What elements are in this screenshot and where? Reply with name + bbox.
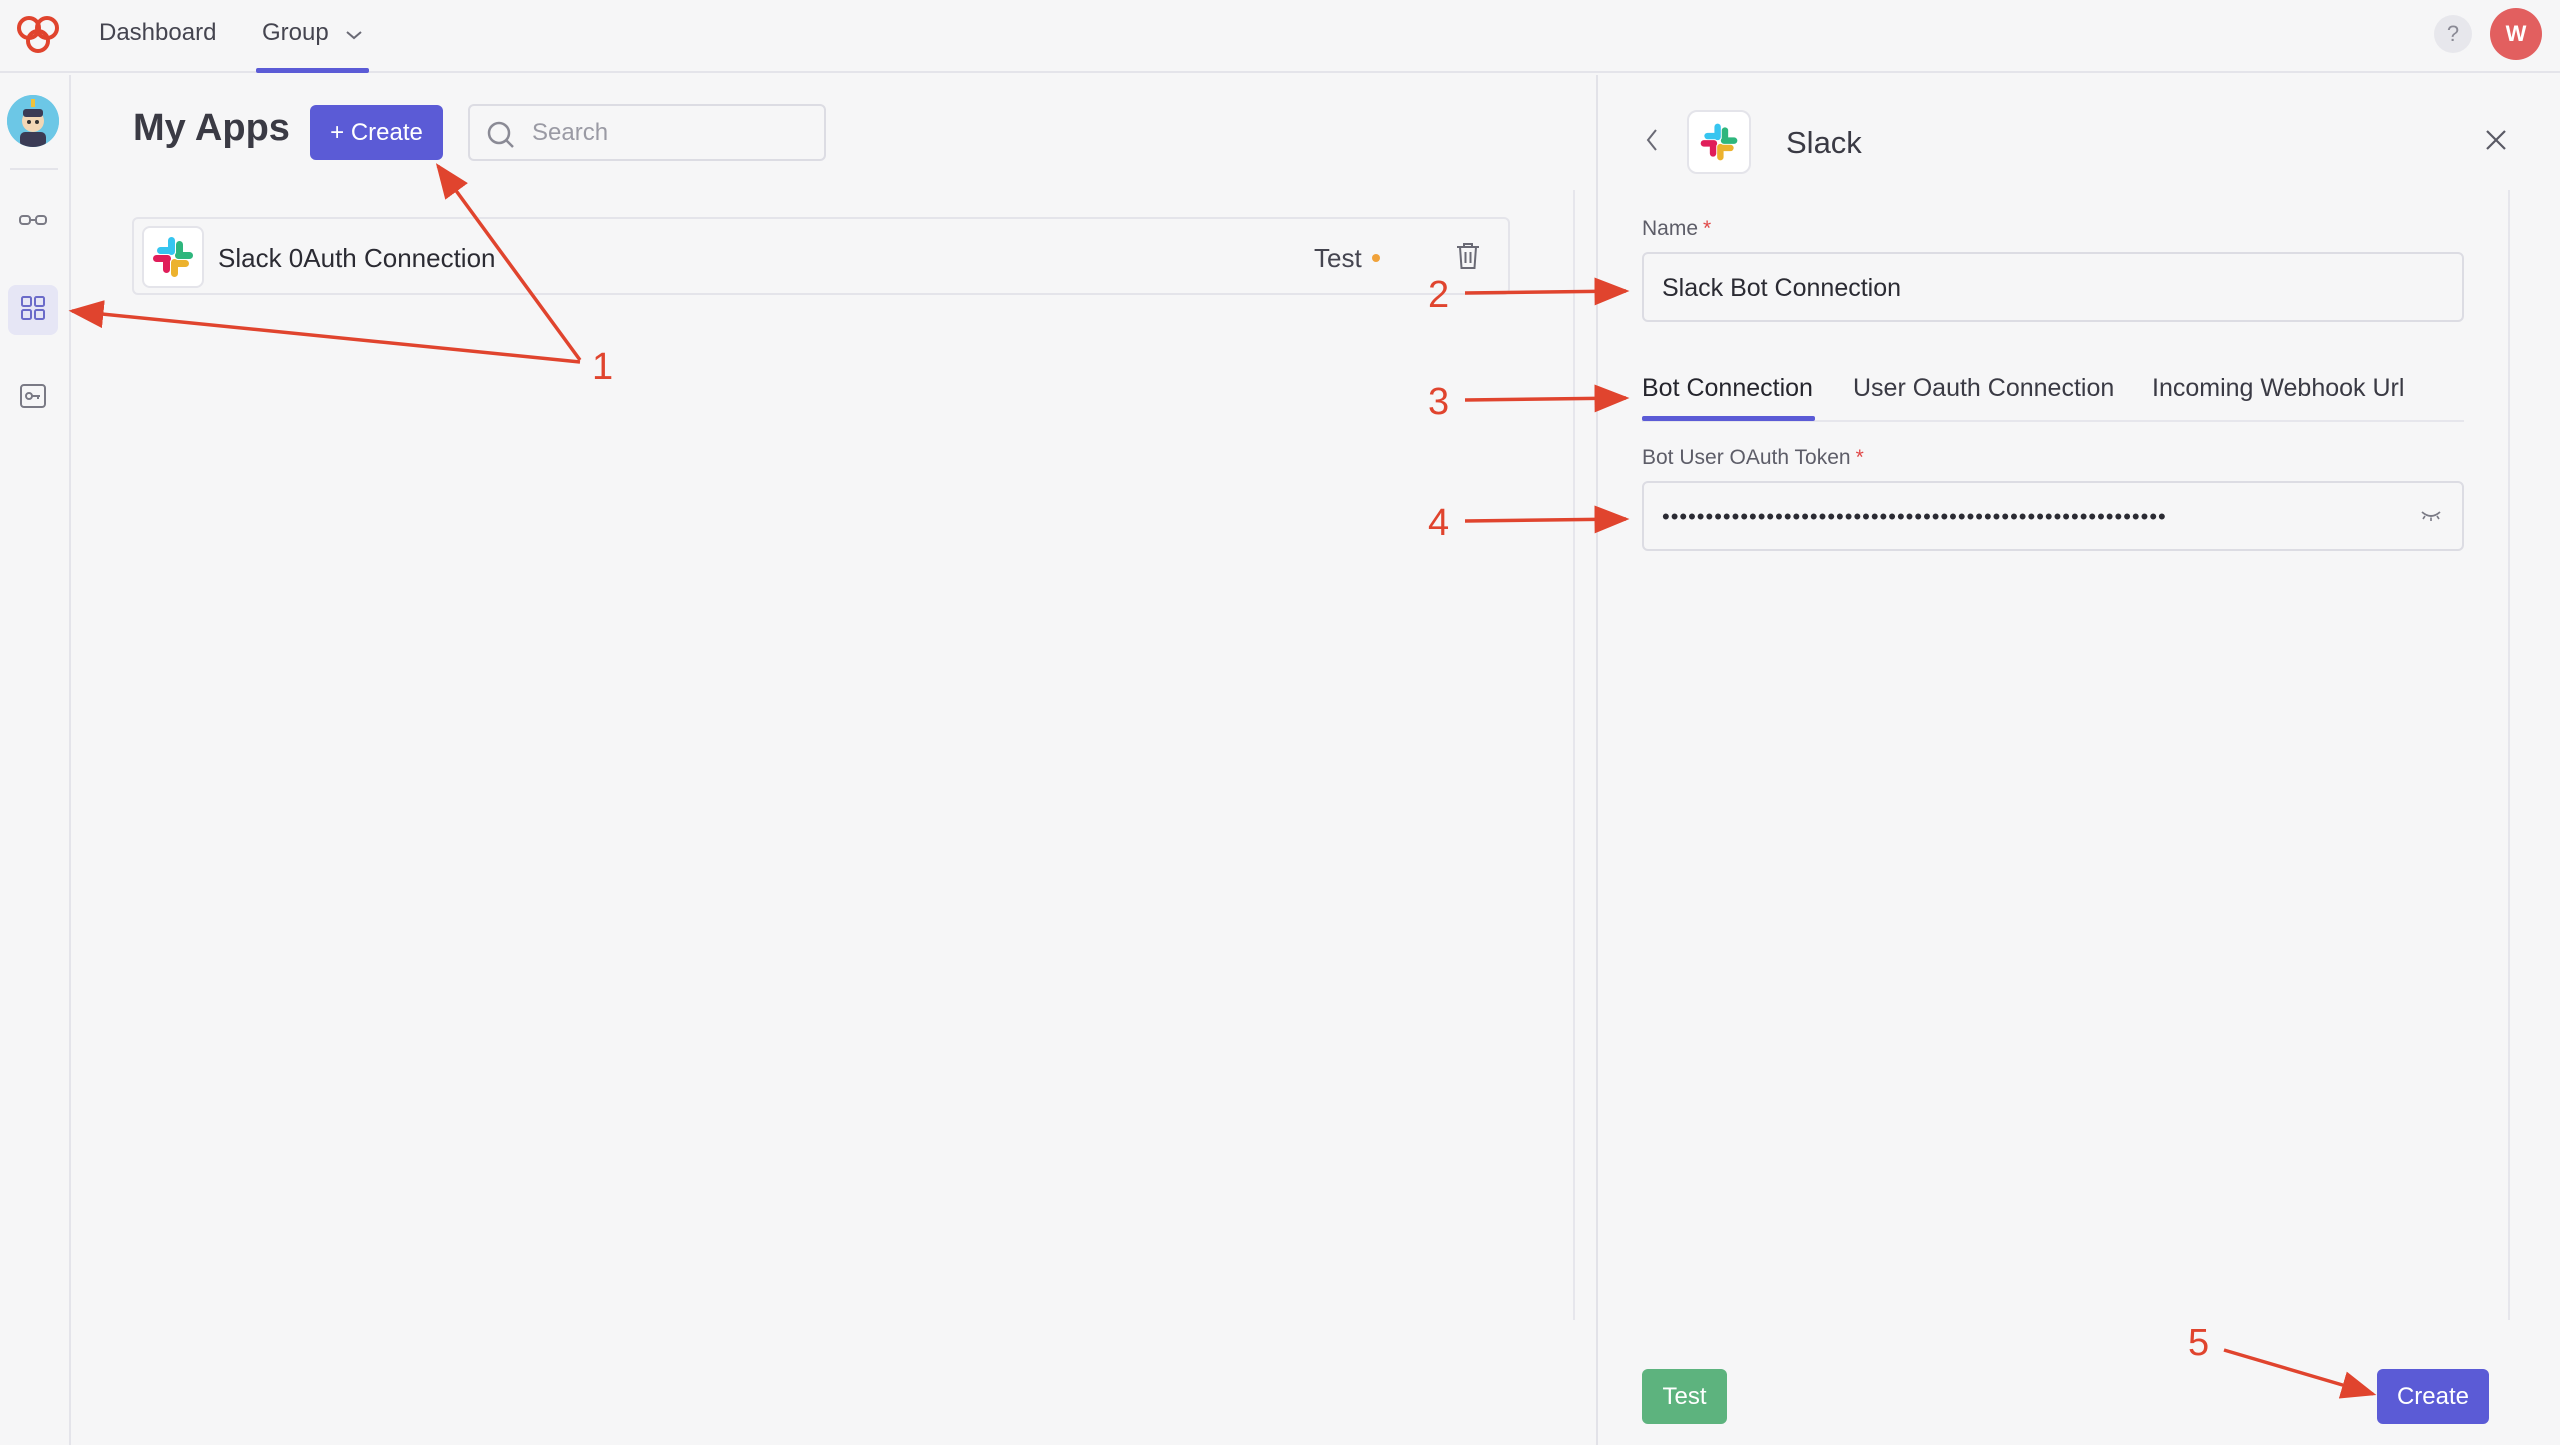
- scroll-track: [2508, 190, 2510, 1320]
- nav-dashboard[interactable]: Dashboard: [99, 0, 216, 73]
- name-input[interactable]: [1662, 268, 2402, 308]
- key-card-icon: [19, 383, 47, 414]
- annotation-number: 1: [592, 346, 614, 388]
- connections-icon: [19, 213, 47, 232]
- name-label-text: Name: [1642, 217, 1699, 240]
- rail-flows-button[interactable]: [8, 197, 58, 247]
- top-bar: Dashboard Group ? W: [0, 0, 2560, 73]
- annotation-number: 2: [1428, 274, 1450, 316]
- app-name: Slack 0Auth Connection: [218, 243, 496, 273]
- tab-user-oauth-connection[interactable]: User Oauth Connection: [1853, 374, 2114, 403]
- annotation-number: 3: [1428, 381, 1450, 423]
- app-list-item[interactable]: Slack 0Auth Connection Test: [132, 217, 1510, 295]
- tab-bot-connection[interactable]: Bot Connection: [1642, 374, 1813, 403]
- eye-closed-icon[interactable]: [2420, 507, 2442, 528]
- annotation-number: 5: [2188, 1322, 2210, 1364]
- nav-group[interactable]: Group: [262, 0, 363, 73]
- connection-tabs: Bot Connection User Oauth Connection Inc…: [1642, 358, 2464, 422]
- name-field: [1642, 252, 2464, 322]
- create-app-button[interactable]: + Create: [310, 105, 443, 160]
- grid-icon: [20, 295, 46, 326]
- active-tab-indicator: [1642, 416, 1815, 421]
- slack-logo-icon: [1687, 110, 1751, 174]
- token-label-text: Bot User OAuth Token: [1642, 446, 1851, 469]
- status-dot: [1372, 254, 1380, 262]
- left-rail: [0, 75, 71, 1445]
- name-label: Name *: [1642, 217, 1711, 241]
- slack-logo-icon: [142, 226, 204, 288]
- rail-keys-button[interactable]: [8, 373, 58, 423]
- rail-divider: [10, 168, 58, 170]
- trash-icon[interactable]: [1455, 241, 1481, 276]
- search-box: [468, 104, 826, 161]
- required-mark: *: [1703, 217, 1712, 240]
- test-button[interactable]: Test: [1642, 1369, 1727, 1424]
- create-button[interactable]: Create: [2377, 1369, 2489, 1424]
- annotation-arrow: [68, 300, 581, 364]
- annotation-number: 4: [1428, 502, 1450, 544]
- close-icon[interactable]: [2484, 128, 2508, 157]
- rail-apps-button[interactable]: [8, 285, 58, 335]
- panel-title: Slack: [1786, 125, 1862, 160]
- tab-incoming-webhook-url[interactable]: Incoming Webhook Url: [2152, 374, 2404, 403]
- scroll-track: [1573, 190, 1575, 1320]
- nav-active-indicator: [256, 68, 369, 73]
- help-button[interactable]: ?: [2434, 15, 2472, 53]
- app-environment: Test: [1314, 243, 1362, 273]
- brand-logo-icon[interactable]: [12, 12, 64, 56]
- back-chevron-icon[interactable]: [1644, 127, 1660, 158]
- chevron-down-icon: [345, 1, 363, 67]
- required-mark: *: [1855, 446, 1864, 469]
- nav-group-label: Group: [262, 19, 329, 46]
- token-input[interactable]: [1662, 497, 2422, 537]
- workspace-avatar[interactable]: [7, 95, 59, 147]
- search-icon: [486, 120, 516, 155]
- page-title: My Apps: [133, 107, 290, 149]
- user-avatar[interactable]: W: [2490, 8, 2542, 60]
- token-field: [1642, 481, 2464, 551]
- token-label: Bot User OAuth Token *: [1642, 446, 1864, 470]
- search-input[interactable]: [532, 114, 812, 152]
